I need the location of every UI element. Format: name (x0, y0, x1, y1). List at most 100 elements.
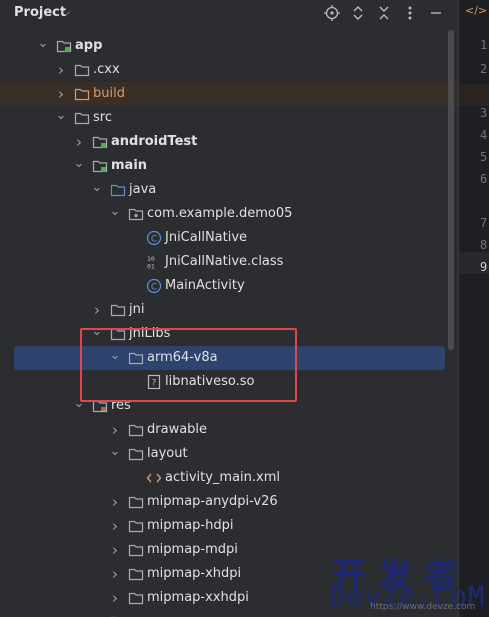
tree-item-label: jniLibs (129, 326, 171, 341)
chevron-down-icon[interactable]: ⌄ (109, 443, 121, 459)
line-number: 7 (480, 216, 488, 230)
folder-icon (128, 494, 144, 510)
chevron-down-icon[interactable]: ⌵ (61, 5, 70, 20)
line-number: 3 (480, 106, 488, 120)
folder-icon (110, 302, 126, 318)
tree-item-label: mipmap-xxhdpi (147, 590, 249, 605)
tree-item-label: mipmap-mdpi (147, 542, 238, 557)
line-number: 5 (480, 150, 488, 164)
selection-highlight (14, 346, 445, 370)
folder-icon (128, 518, 144, 534)
watermark-url: https://www.devze.com (370, 602, 476, 612)
project-header: Project ⌵ (0, 0, 458, 28)
chevron-right-icon[interactable]: › (55, 85, 67, 103)
tree-row[interactable]: › mipmap-anydpi-v26 (0, 490, 458, 514)
folder-icon (110, 326, 126, 342)
tree-row[interactable]: activity_main.xml (0, 466, 458, 490)
class-icon: C (146, 278, 162, 294)
tree-row[interactable]: ⌄ jniLibs (0, 322, 458, 346)
chevron-down-icon[interactable]: ⌄ (91, 179, 103, 195)
xml-file-tab-icon[interactable]: </> (465, 4, 487, 17)
chevron-right-icon[interactable]: › (55, 61, 67, 79)
line-number: 6 (480, 172, 488, 186)
tree-item-label: com.example.demo05 (147, 206, 293, 221)
chevron-right-icon[interactable]: › (109, 493, 121, 511)
svg-text:C: C (151, 283, 157, 293)
chevron-right-icon[interactable]: › (109, 517, 121, 535)
xml-icon (146, 470, 162, 486)
binary-icon: 10 01 (146, 254, 162, 271)
tree-row[interactable]: ⌄ src (0, 106, 458, 130)
tree-row[interactable]: ⌄ layout (0, 442, 458, 466)
folder-icon (128, 542, 144, 558)
tree-row[interactable]: ⌄ res (0, 394, 458, 418)
folder-icon (128, 446, 144, 462)
folder-icon (128, 350, 144, 366)
target-icon[interactable] (322, 3, 342, 23)
project-view-title[interactable]: Project (14, 5, 66, 20)
tree-row[interactable]: › androidTest (0, 130, 458, 154)
folder-orange-icon (74, 86, 90, 102)
more-options-icon[interactable] (400, 3, 420, 23)
tree-item-label: .cxx (93, 62, 120, 77)
chevron-down-icon[interactable]: ⌄ (109, 203, 121, 219)
tree-row[interactable]: C MainActivity (0, 274, 458, 298)
svg-text:?: ? (152, 379, 157, 389)
chevron-down-icon[interactable]: ⌄ (37, 35, 49, 51)
tree-item-label: src (93, 110, 112, 125)
tree-row[interactable]: C JniCallNative (0, 226, 458, 250)
chevron-down-icon[interactable]: ⌄ (109, 347, 121, 363)
tree-row[interactable]: › .cxx (0, 58, 458, 82)
tree-row[interactable]: ⌄ main (0, 154, 458, 178)
collapse-all-icon[interactable] (374, 3, 394, 23)
tree-row[interactable]: ? libnativeso.so (0, 370, 458, 394)
tree-row[interactable]: ⌄ java (0, 178, 458, 202)
tree-row[interactable]: › build (0, 82, 458, 106)
tree-item-label: arm64-v8a (147, 350, 218, 365)
chevron-down-icon[interactable]: ⌄ (73, 155, 85, 171)
chevron-down-icon[interactable]: ⌄ (55, 107, 67, 123)
tree-item-label: jni (129, 302, 145, 317)
class-icon: C (146, 230, 162, 246)
tree-item-label: build (93, 86, 125, 101)
editor-gutter: </> 1 2 3 4 5 6 7 8 9 (458, 0, 489, 617)
tree-item-label: mipmap-xhdpi (147, 566, 242, 581)
tree-item-label: app (75, 38, 103, 53)
source-folder-icon (92, 134, 108, 150)
tree-row[interactable]: › jni (0, 298, 458, 322)
tree-item-label: activity_main.xml (165, 470, 281, 485)
expand-all-icon[interactable] (348, 3, 368, 23)
chevron-down-icon[interactable]: ⌄ (73, 395, 85, 411)
chevron-down-icon[interactable]: ⌄ (91, 323, 103, 339)
tree-item-label: layout (147, 446, 188, 461)
folder-icon (128, 566, 144, 582)
tree-row[interactable]: › drawable (0, 418, 458, 442)
tree-item-label: mipmap-hdpi (147, 518, 234, 533)
chevron-right-icon[interactable]: › (109, 589, 121, 607)
svg-text:C: C (151, 235, 157, 245)
tree-row[interactable]: ⌄ arm64-v8a (0, 346, 458, 370)
chevron-right-icon[interactable]: › (91, 301, 103, 319)
tree-row[interactable]: ⌄ app (0, 34, 458, 58)
tree-row[interactable]: 10 01 JniCallNative.class (0, 250, 458, 274)
source-folder-icon (92, 158, 108, 174)
chevron-right-icon[interactable]: › (109, 541, 121, 559)
tree-item-label: JniCallNative (165, 230, 248, 245)
chevron-right-icon[interactable]: › (109, 421, 121, 439)
line-number: 2 (480, 62, 488, 76)
tree-item-label: res (111, 398, 131, 413)
tree-scrollbar[interactable] (448, 30, 454, 350)
folder-icon (128, 422, 144, 438)
svg-text:01: 01 (147, 263, 155, 271)
tree-row[interactable]: › mipmap-hdpi (0, 514, 458, 538)
watermark-logo: 开发者 DevZe.CoM https://www.devze.com (330, 548, 489, 617)
tree-row[interactable]: ⌄ com.example.demo05 (0, 202, 458, 226)
tree-item-label: libnativeso.so (165, 374, 255, 389)
tree-item-label: mipmap-anydpi-v26 (147, 494, 278, 509)
chevron-right-icon[interactable]: › (109, 565, 121, 583)
tree-item-label: androidTest (111, 134, 198, 149)
chevron-right-icon[interactable]: › (73, 133, 85, 151)
minimize-icon[interactable] (426, 3, 446, 23)
project-tool-window: Project ⌵ ⌄ app › .cxx › build ⌄ src › androidTes… (0, 0, 458, 617)
tree-item-label: main (111, 158, 148, 173)
